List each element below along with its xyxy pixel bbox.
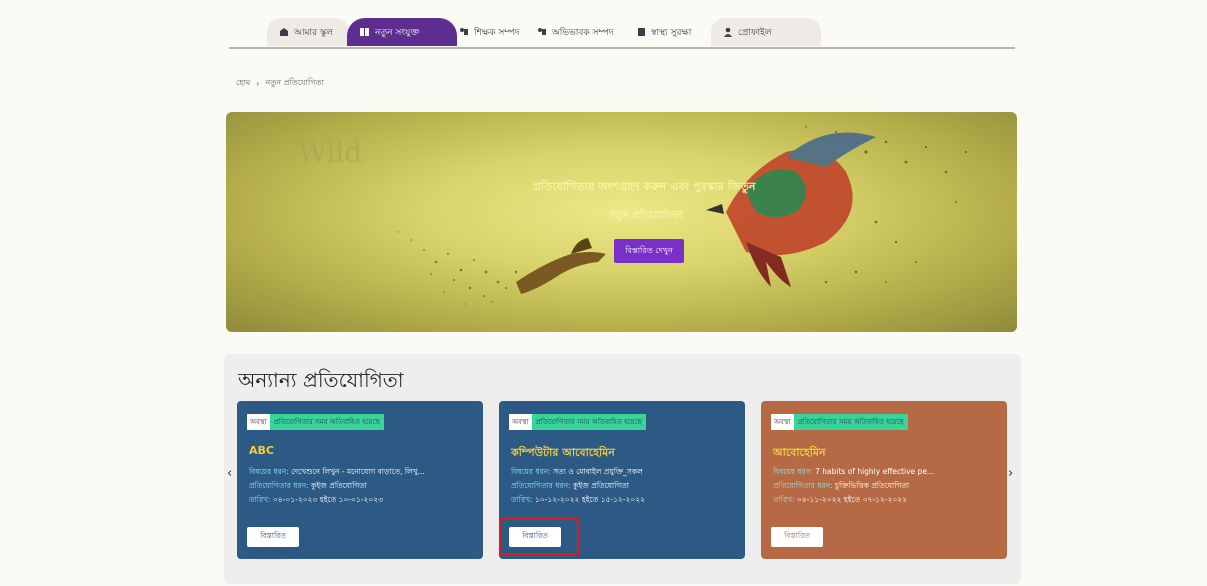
card-details-button[interactable]: বিস্তারিত [509, 527, 561, 547]
card-title: কম্পিউটার আবোহেমিন [511, 446, 615, 459]
card-title: আবোহেমিন [773, 446, 826, 459]
section-title: অন্যান্য প্রতিযোগিতা [238, 368, 404, 392]
banner-watermark: Wild [298, 136, 363, 169]
card-title: ABC [249, 444, 274, 457]
tab-label: স্বাস্থ্য সুরক্ষা [651, 27, 692, 38]
banner-details-button[interactable]: বিস্তারিত দেখুন [614, 239, 684, 263]
card-date: তারিখ: ০৪-০১-২০২৩ হইতে ১০-০১-২০২৩ [249, 495, 383, 504]
tab-label: প্রোফাইল [738, 27, 772, 38]
profile-icon [724, 27, 732, 37]
hero-banner: Wild প্রতিযোগিতায় অংশগ্রহণ করুন এবং পুর… [226, 112, 1017, 332]
status-badge: প্রতিযোগিতার সময় অতিবাহিত হয়েছে [269, 414, 384, 430]
breadcrumb-separator: › [256, 79, 260, 88]
card-tags: অবস্থা প্রতিযোগিতার সময় অতিবাহিত হয়েছে [509, 414, 646, 430]
card-type: প্রতিযোগিতার ধরন: কুইজ প্রতিযোগিতা [249, 481, 367, 490]
card-topic: বিষয়ের ধরন: দেখেশুনে লিখুন - মনোযোগ বাড… [249, 467, 425, 476]
tab-teacher-resources[interactable]: শিক্ষক সম্পদ [447, 18, 529, 46]
tab-my-school[interactable]: আমার স্কুল [267, 18, 349, 46]
card-date: তারিখ: ১০-১২-২০২২ হইতে ১৫-১২-২০২২ [511, 495, 645, 504]
banner-headline: প্রতিযোগিতায় অংশগ্রহণ করুন এবং পুরস্কার… [532, 180, 756, 193]
status-tag-label: অবস্থা [509, 414, 532, 430]
breadcrumb-home[interactable]: হোম [236, 77, 250, 90]
status-badge: প্রতিযোগিতার সময় অতিবাহিত হয়েছে [793, 414, 908, 430]
parent-icon [538, 28, 546, 35]
card-tags: অবস্থা প্রতিযোগিতার সময় অতিবাহিত হয়েছে [771, 414, 908, 430]
card-details-button[interactable]: বিস্তারিত [771, 527, 823, 547]
status-tag-label: অবস্থা [247, 414, 270, 430]
health-icon [638, 28, 645, 36]
tab-label: নতুন সংযুক্ত [375, 27, 420, 38]
tab-profile[interactable]: প্রোফাইল [711, 18, 821, 46]
tab-new-added[interactable]: নতুন সংযুক্ত [347, 18, 457, 46]
banner-subline: নতুন প্রতিযোগিতা [609, 210, 683, 221]
other-competitions-section: অন্যান্য প্রতিযোগিতা ‹ › অবস্থা প্রতিযোগ… [224, 354, 1021, 584]
breadcrumb: হোম › নতুন প্রতিযোগিতা [236, 77, 324, 90]
card-details-button[interactable]: বিস্তারিত [247, 527, 299, 547]
tab-label: আমার স্কুল [294, 27, 334, 38]
card-type: প্রতিযোগিতার ধরন: কুইজ প্রতিযোগিতা [511, 481, 629, 490]
status-badge: প্রতিযোগিতার সময় অতিবাহিত হয়েছে [531, 414, 646, 430]
carousel-prev-arrow[interactable]: ‹ [227, 466, 232, 481]
teacher-icon [460, 28, 468, 35]
competition-card[interactable]: অবস্থা প্রতিযোগিতার সময় অতিবাহিত হয়েছে… [761, 401, 1007, 559]
top-nav: আমার স্কুল নতুন সংযুক্ত শিক্ষক সম্পদ অভি… [229, 14, 1015, 49]
card-type: প্রতিযোগিতার ধরন: চুক্তিভিত্তিক প্রতিযোগ… [773, 481, 910, 490]
card-topic: বিষয়ের ধরন: সত্য ও মোবাইল প্রযুক্তি_সকল [511, 467, 643, 476]
competition-card[interactable]: অবস্থা প্রতিযোগিতার সময় অতিবাহিত হয়েছে… [237, 401, 483, 559]
tab-label: শিক্ষক সম্পদ [474, 27, 520, 38]
card-topic: বিষয়ের ধরন: 7 habits of highly effectiv… [773, 467, 935, 476]
tab-parent-resources[interactable]: অভিভাবক সম্পদ [525, 18, 625, 46]
status-tag-label: অবস্থা [771, 414, 794, 430]
book-icon [360, 28, 369, 36]
tab-health[interactable]: স্বাস্থ্য সুরক্ষা [625, 18, 715, 46]
competition-card[interactable]: অবস্থা প্রতিযোগিতার সময় অতিবাহিত হয়েছে… [499, 401, 745, 559]
school-icon [280, 28, 288, 36]
breadcrumb-current: নতুন প্রতিযোগিতা [265, 78, 324, 87]
card-tags: অবস্থা প্রতিযোগিতার সময় অতিবাহিত হয়েছে [247, 414, 384, 430]
tab-label: অভিভাবক সম্পদ [552, 27, 614, 38]
card-date: তারিখ: ০৪-১১-২০২২ হইতে ০৭-১২-২০২২ [773, 495, 907, 504]
carousel-next-arrow[interactable]: › [1008, 466, 1013, 481]
